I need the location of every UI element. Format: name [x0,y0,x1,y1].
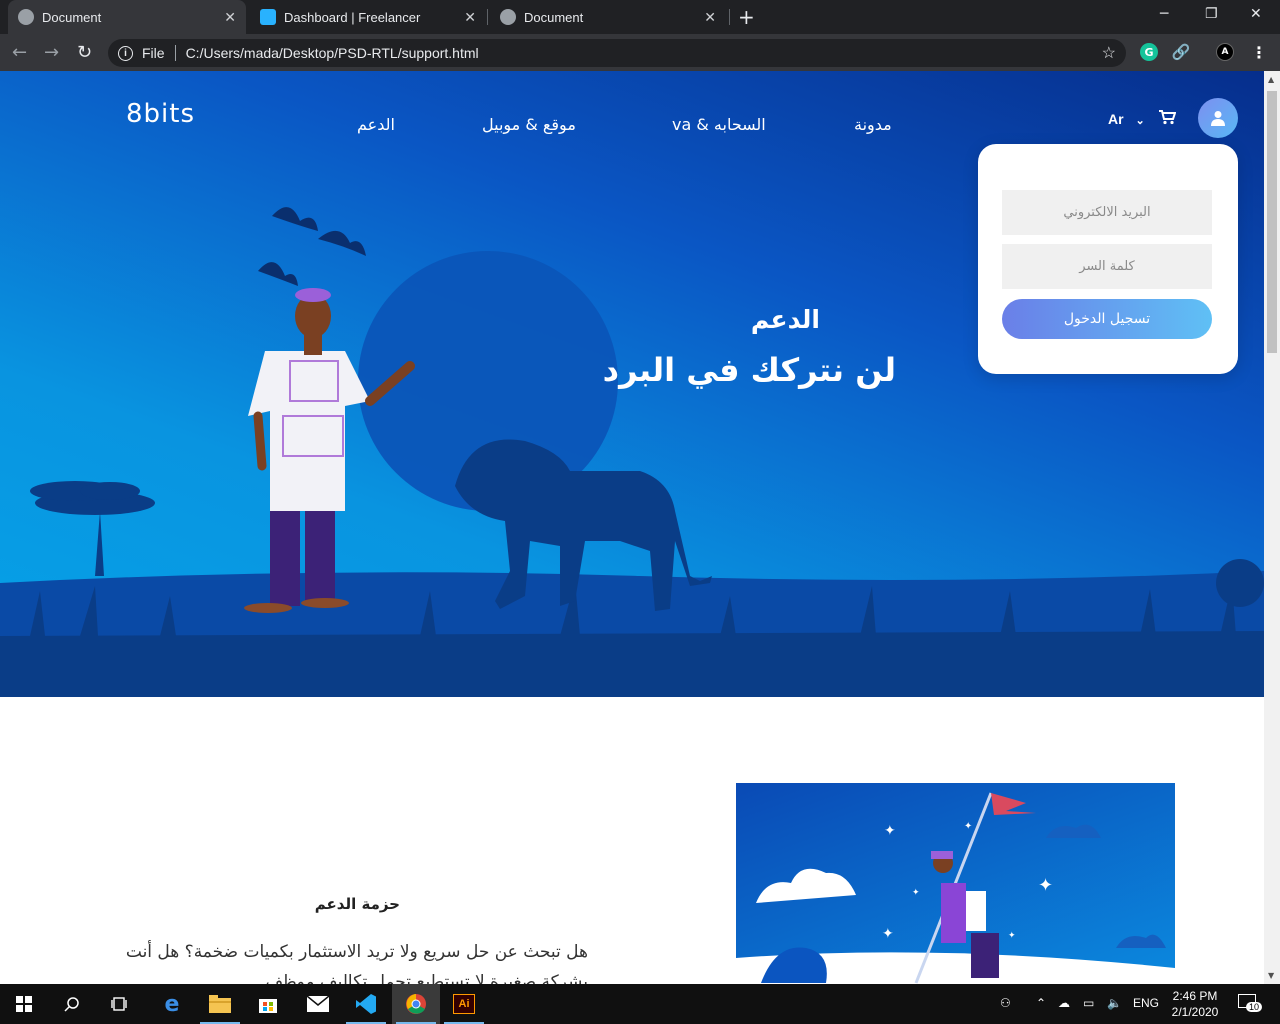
chevron-up-icon[interactable]: ⌃ [1036,996,1046,1010]
grammarly-icon[interactable]: G [1140,43,1158,61]
svg-text:✦: ✦ [882,926,894,942]
address-bar[interactable]: i File C:/Users/mada/Desktop/PSD-RTL/sup… [108,39,1126,67]
flag-climber-illustration: ✦ ✦ ✦ ✦ ✦ ✦ [736,792,1175,984]
close-icon[interactable]: ✕ [704,9,716,26]
web-page: 8bits مدونة va & السحابه موقع & موبيل ال… [0,71,1264,984]
scroll-down-icon[interactable]: ▼ [1268,971,1274,980]
mail-icon[interactable] [294,984,342,1024]
tab-freelancer[interactable]: Dashboard | Freelancer ✕ [250,0,486,34]
info-icon[interactable]: i [118,45,133,61]
nav-support[interactable]: الدعم [357,115,395,134]
clock-date: 2/1/2020 [1171,1005,1219,1019]
svg-text:✦: ✦ [1038,875,1053,896]
vscode-icon[interactable] [342,984,390,1024]
clock-time: 2:46 PM [1172,989,1218,1003]
svg-text:✦: ✦ [884,823,896,839]
search-icon[interactable] [48,984,96,1024]
file-explorer-icon[interactable] [196,984,244,1024]
minimize-icon[interactable]: ─ [1160,6,1168,22]
chevron-down-icon: ⌄ [1135,115,1145,127]
globe-icon [18,9,34,25]
notification-count: 10 [1246,1002,1263,1012]
login-button[interactable]: تسجيل الدخول [1002,299,1212,339]
hero-subtitle: لن نتركك في البرد [602,351,896,389]
network-icon[interactable]: ▭ [1083,996,1094,1010]
link-icon[interactable]: 🔗 [1172,43,1191,61]
address-divider [174,45,176,61]
tab-separator [487,9,488,25]
restore-icon[interactable]: ❐ [1205,6,1218,22]
globe-icon [500,9,516,25]
profile-icon[interactable]: A [1216,43,1234,61]
svg-text:✦: ✦ [964,821,972,832]
scroll-up-icon[interactable]: ▲ [1268,75,1274,84]
tab-title: Document [524,9,584,25]
address-url: C:/Users/mada/Desktop/PSD-RTL/support.ht… [185,45,479,61]
close-icon[interactable]: ✕ [464,9,476,26]
nav-cloud[interactable]: va & السحابه [672,115,766,134]
tab-separator [729,9,730,25]
site-logo[interactable]: 8bits [126,99,195,129]
menu-dots-icon[interactable]: ⋮ [1250,43,1268,62]
scrollbar-thumb[interactable] [1267,91,1277,353]
login-card: تسجيل الدخول [978,144,1238,374]
browser-tab-bar: Document ✕ Dashboard | Freelancer ✕ Docu… [0,0,1280,34]
hero-section: 8bits مدونة va & السحابه موقع & موبيل ال… [0,71,1264,697]
onedrive-icon[interactable]: ☁ [1058,996,1070,1010]
system-clock[interactable]: 2:46 PM 2/1/2020 [1160,988,1230,1020]
section-paragraph: هل تبحث عن حل سريع ولا تريد الاستثمار بك… [125,942,588,984]
support-illustration: ✦ ✦ ✦ ✦ ✦ ✦ [736,783,1175,984]
freelancer-bird-icon [260,9,276,25]
browser-toolbar: ← → ↻ i File C:/Users/mada/Desktop/PSD-R… [0,34,1280,71]
new-tab-button[interactable]: + [738,5,755,29]
windows-taskbar: e Ai ⚇ ⌃ ☁ ▭ 🔈 ENG 2:46 PM 2/1/2020 10 [0,984,1280,1024]
store-icon[interactable] [244,984,292,1024]
nav-web-mobile[interactable]: موقع & موبيل [482,115,576,134]
tab-document-1[interactable]: Document ✕ [8,0,246,34]
chrome-icon[interactable] [392,984,440,1024]
bookmark-star-icon[interactable]: ☆ [1102,43,1116,63]
svg-text:✦: ✦ [1008,931,1016,941]
language-selector[interactable]: Ar ⌄ [1108,111,1145,127]
input-language[interactable]: ENG [1133,996,1159,1010]
page-scrollbar[interactable]: ▲ ▼ [1264,71,1280,984]
cart-icon[interactable] [1158,109,1177,129]
illustrator-icon[interactable]: Ai [440,984,488,1024]
address-scheme: File [142,45,165,61]
tab-title: Dashboard | Freelancer [284,9,421,25]
people-icon[interactable]: ⚇ [1000,996,1011,1010]
section-title: حزمة الدعم [314,895,400,913]
close-icon[interactable]: ✕ [224,9,236,26]
reload-icon[interactable]: ↻ [77,42,92,63]
nav-blog[interactable]: مدونة [854,115,892,134]
svg-text:✦: ✦ [912,888,920,898]
edge-icon[interactable]: e [148,984,196,1024]
volume-icon[interactable]: 🔈 [1107,996,1122,1010]
back-icon[interactable]: ← [12,42,27,63]
start-icon[interactable] [0,984,48,1024]
password-field[interactable] [1002,244,1212,289]
hero-title: الدعم [750,305,820,334]
tab-title: Document [42,9,102,25]
email-field[interactable] [1002,190,1212,235]
task-view-icon[interactable] [96,984,144,1024]
user-icon[interactable] [1198,98,1238,138]
forward-icon[interactable]: → [44,42,59,63]
notification-center-icon[interactable]: 10 [1238,994,1263,1012]
tab-document-2[interactable]: Document ✕ [490,0,726,34]
language-label: Ar [1108,111,1124,127]
close-window-icon[interactable]: ✕ [1250,6,1262,22]
